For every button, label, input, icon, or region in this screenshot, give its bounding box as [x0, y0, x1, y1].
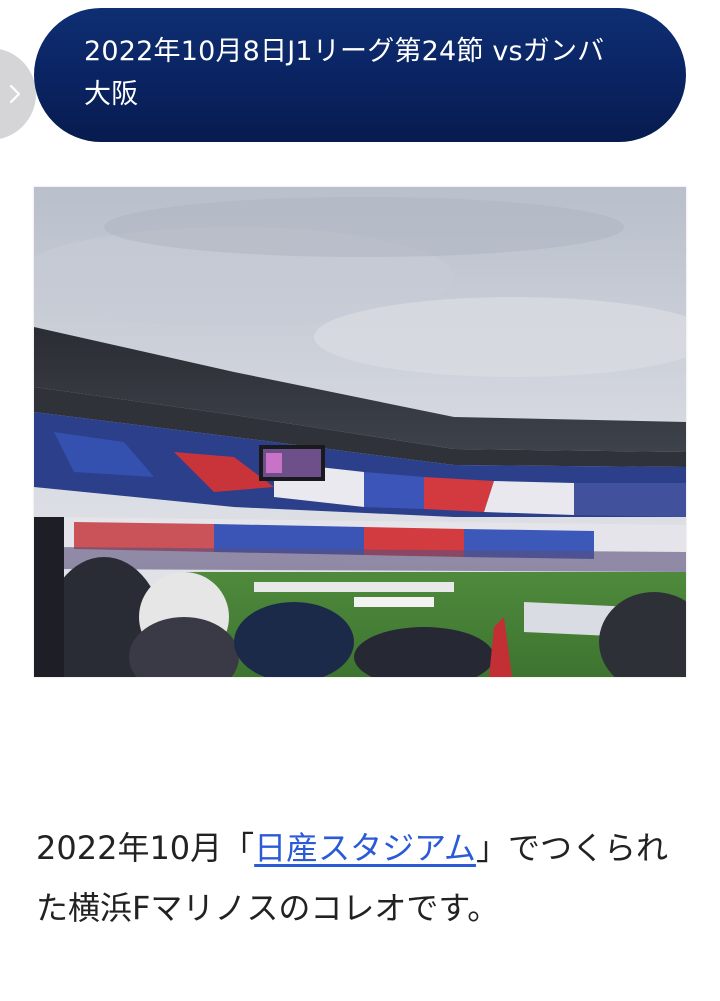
- stadium-link[interactable]: 日産スタジアム: [254, 829, 476, 867]
- photo-caption: 2022年10月「日産スタジアム」でつくられた横浜Fマリノスのコレオです。: [36, 818, 686, 938]
- stadium-photo-image: [34, 187, 686, 677]
- side-expand-tab[interactable]: [0, 48, 36, 140]
- caption-prefix: 2022年10月「: [36, 829, 255, 867]
- page: 2022年10月8日J1リーグ第24節 vsガンバ大阪 2022年10月「日産ス…: [0, 0, 720, 1001]
- stadium-photo[interactable]: [34, 187, 686, 677]
- title-banner: 2022年10月8日J1リーグ第24節 vsガンバ大阪: [34, 8, 686, 142]
- page-title: 2022年10月8日J1リーグ第24節 vsガンバ大阪: [84, 36, 605, 110]
- chevron-right-icon: [9, 84, 21, 104]
